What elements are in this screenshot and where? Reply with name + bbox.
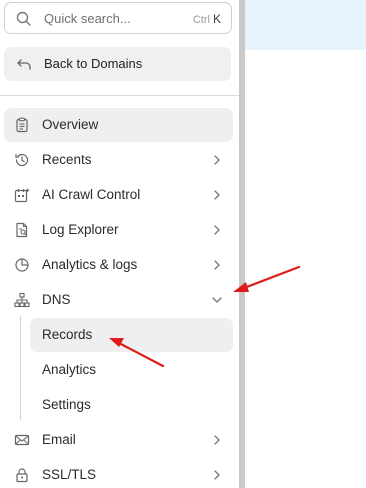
chevron-right-icon [214, 435, 220, 445]
sidebar-item-email[interactable]: Email [4, 423, 233, 457]
pie-chart-icon [15, 258, 29, 272]
sidebar-item-label: DNS [42, 292, 71, 307]
clock-history-icon [15, 153, 29, 167]
subitem-label: Analytics [42, 362, 97, 377]
sidebar-item-ai-crawl-control[interactable]: AI Crawl Control [4, 178, 233, 212]
chevron-right-icon [214, 155, 220, 165]
sidebar-item-label: Email [42, 432, 76, 447]
subitem-label: Records [42, 327, 93, 342]
chevron-right-icon [214, 260, 220, 270]
sidebar-item-ssl-tls[interactable]: SSL/TLS [4, 458, 233, 488]
sidebar-item-dns[interactable]: DNS [4, 283, 233, 317]
ai-calendar-sparkle-icon [14, 188, 30, 203]
sidebar-item-analytics-logs[interactable]: Analytics & logs [4, 248, 233, 282]
sidebar: Quick search... Ctrl K Back to Domains O… [0, 0, 240, 488]
network-tree-icon [14, 292, 30, 308]
sidebar-item-label: SSL/TLS [42, 467, 97, 482]
back-label: Back to Domains [44, 56, 143, 71]
sidebar-item-overview[interactable]: Overview [4, 108, 233, 142]
back-arrow-icon [17, 59, 31, 70]
envelope-icon [14, 434, 30, 446]
chevron-down-icon [212, 297, 222, 303]
sidebar-item-label: Recents [42, 152, 92, 167]
sidebar-item-log-explorer[interactable]: Log Explorer [4, 213, 233, 247]
section-divider [0, 95, 240, 96]
sidebar-subitem-dns-analytics[interactable]: Analytics [30, 353, 233, 387]
chevron-right-icon [214, 190, 220, 200]
search-shortcut: Ctrl K [193, 12, 221, 26]
sidebar-item-label: Overview [42, 117, 99, 132]
back-to-domains-button[interactable]: Back to Domains [4, 47, 231, 81]
chevron-right-icon [214, 470, 220, 480]
lock-icon [16, 468, 28, 483]
shortcut-ctrl: Ctrl [192, 14, 210, 26]
main-header-banner [245, 0, 366, 50]
clipboard-icon [16, 117, 28, 133]
subitem-label: Settings [42, 397, 91, 412]
chevron-right-icon [214, 225, 220, 235]
sidebar-item-label: Log Explorer [42, 222, 119, 237]
shortcut-key: K [212, 12, 221, 26]
sidebar-item-label: Analytics & logs [42, 257, 138, 272]
search-icon [16, 11, 31, 26]
main-content [245, 0, 366, 488]
document-search-icon [16, 222, 28, 238]
sidebar-item-recents[interactable]: Recents [4, 143, 233, 177]
sidebar-subitem-dns-records[interactable]: Records [30, 318, 233, 352]
search-placeholder: Quick search... [44, 11, 131, 26]
sidebar-item-label: AI Crawl Control [42, 187, 141, 202]
submenu-guide-line [20, 316, 21, 420]
search-box[interactable]: Quick search... Ctrl K [4, 2, 232, 34]
sidebar-subitem-dns-settings[interactable]: Settings [30, 388, 233, 422]
